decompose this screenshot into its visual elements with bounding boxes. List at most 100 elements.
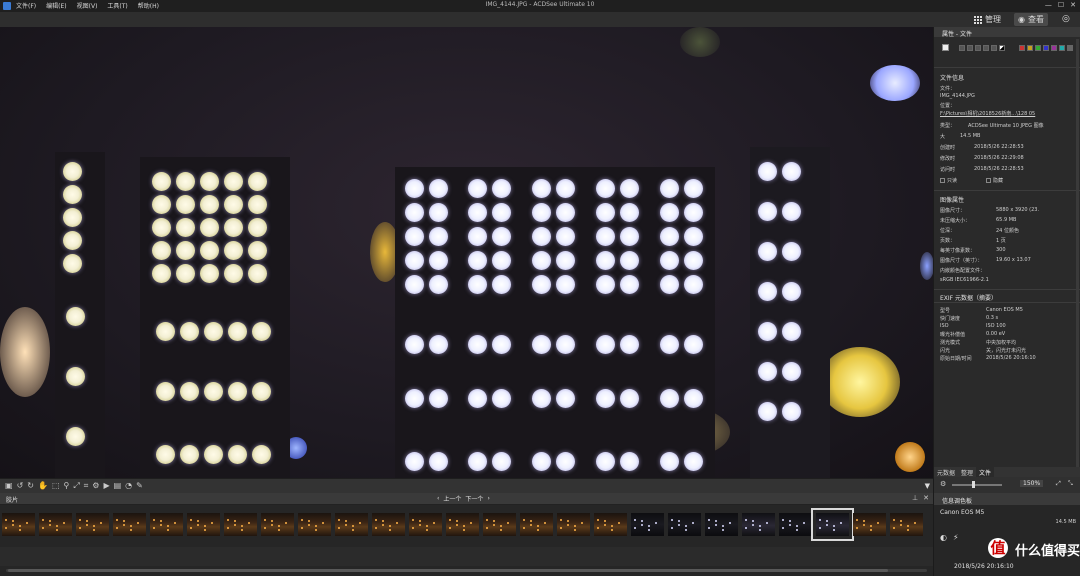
size-value: 14.5 MB <box>960 133 981 139</box>
photo-viewer[interactable] <box>0 27 933 478</box>
hand-icon[interactable]: ✋ <box>38 481 48 491</box>
chevron-right-icon[interactable]: › <box>487 495 489 502</box>
thumbnail[interactable] <box>890 513 923 536</box>
hidden-checkbox[interactable] <box>986 178 991 183</box>
thumbnail[interactable] <box>631 513 664 536</box>
thumbnail[interactable] <box>335 513 368 536</box>
color-icon[interactable]: ◔ <box>125 481 132 491</box>
zoom-icon[interactable]: ⚲ <box>64 481 70 491</box>
thumbnail[interactable] <box>705 513 738 536</box>
rating-5[interactable] <box>991 44 997 51</box>
pin-icon[interactable]: ⊥ <box>912 494 918 502</box>
thumbnail[interactable] <box>2 513 35 536</box>
zoom-value[interactable]: 150% <box>1020 480 1044 487</box>
readonly-checkbox[interactable] <box>940 178 945 183</box>
location-link[interactable]: F:\Pictures\相机\2018526新南...\128 05 <box>940 110 1035 117</box>
thumbnail[interactable] <box>594 513 627 536</box>
rotate-left-icon[interactable]: ↺ <box>17 481 24 491</box>
close-icon[interactable]: ✕ <box>1070 1 1076 9</box>
slideshow-icon[interactable]: ▤ <box>114 481 122 491</box>
watermark: 什么值得买 <box>1015 544 1080 559</box>
eye-icon: ◉ <box>1018 15 1025 24</box>
thumbnail[interactable] <box>39 513 72 536</box>
panel-scrollbar[interactable] <box>1076 39 1079 479</box>
label-green[interactable] <box>1035 44 1041 51</box>
label-red[interactable] <box>1019 44 1025 51</box>
label-teal[interactable] <box>1059 44 1065 51</box>
minimize-icon[interactable]: — <box>1045 1 1052 9</box>
filmstrip <box>0 505 933 547</box>
develop-mode-icon[interactable]: ◎ <box>1062 14 1070 24</box>
exif-header: EXIF 元数据（摘要） <box>940 295 998 302</box>
thumbnail[interactable] <box>113 513 146 536</box>
thumbnail[interactable] <box>853 513 886 536</box>
thumbnail[interactable] <box>483 513 516 536</box>
rating-4[interactable] <box>983 44 989 51</box>
maximize-icon[interactable]: ☐ <box>1058 1 1064 9</box>
thumbnail[interactable] <box>76 513 109 536</box>
bokeh-light <box>680 27 720 57</box>
rotate-right-icon[interactable]: ↻ <box>27 481 34 491</box>
thumbnail-selected[interactable] <box>811 508 854 541</box>
play-icon[interactable]: ▶ <box>103 481 109 491</box>
window-light <box>180 445 199 464</box>
collapse-down-icon[interactable]: ▼ <box>925 482 930 490</box>
window-light <box>660 179 679 198</box>
expand-icon[interactable]: ⤡ <box>1068 480 1073 488</box>
window-light <box>532 179 551 198</box>
type-value: ACDSee Ultimate 10 JPEG 图像 <box>968 123 1044 129</box>
thumbnail[interactable] <box>557 513 590 536</box>
window-light <box>684 275 703 294</box>
manage-mode-button[interactable]: 管理 <box>970 13 1005 26</box>
gear-icon[interactable]: ⚙ <box>940 480 946 488</box>
thumbnail[interactable] <box>409 513 442 536</box>
tab-metadata[interactable]: 元数据 <box>934 467 958 477</box>
label-gray[interactable] <box>1067 44 1073 51</box>
label-purple[interactable] <box>1051 44 1057 51</box>
save-icon[interactable]: ▣ <box>5 481 13 491</box>
window-light <box>684 251 703 270</box>
rating-1[interactable] <box>959 44 965 51</box>
thumbnail[interactable] <box>779 513 812 536</box>
rating-3[interactable] <box>975 44 981 51</box>
edit-icon[interactable]: ✎ <box>136 481 143 491</box>
window-light <box>556 389 575 408</box>
scrollbar-thumb[interactable] <box>8 569 888 572</box>
label-yellow[interactable] <box>1027 44 1033 51</box>
zoom-slider[interactable] <box>952 484 1002 486</box>
select-icon[interactable]: ⬚ <box>52 481 60 491</box>
thumbnail[interactable] <box>742 513 775 536</box>
prev-button[interactable]: 上一个 <box>443 494 461 503</box>
window-light <box>660 452 679 471</box>
thumbnail[interactable] <box>298 513 331 536</box>
thumbnail[interactable] <box>224 513 257 536</box>
info-palette-title: 信息调色板 <box>942 498 973 505</box>
bitdepth-label: 位深： <box>940 228 956 234</box>
close-icon[interactable]: ✕ <box>923 494 929 502</box>
tag-checkbox[interactable] <box>942 44 949 51</box>
thumbnail[interactable] <box>261 513 294 536</box>
fit-icon[interactable]: ⤢ <box>1056 480 1061 488</box>
rating-2[interactable] <box>967 44 973 51</box>
tab-file[interactable]: 文件 <box>976 467 995 477</box>
thumbnail[interactable] <box>187 513 220 536</box>
settings-icon[interactable]: ⚙ <box>92 481 99 491</box>
filmstrip-scrollbar[interactable] <box>0 566 933 576</box>
tab-organize[interactable]: 整理 <box>958 467 976 477</box>
zoom-slider-knob[interactable] <box>972 481 975 488</box>
thumbnail[interactable] <box>446 513 479 536</box>
window-light <box>782 362 801 381</box>
next-button[interactable]: 下一个 <box>465 494 483 503</box>
fit-icon[interactable]: ⤢ <box>73 481 79 491</box>
window-light <box>204 322 223 341</box>
thumbnail[interactable] <box>520 513 553 536</box>
thumbnail[interactable] <box>668 513 701 536</box>
thumbnail[interactable] <box>372 513 405 536</box>
label-blue[interactable] <box>1043 44 1049 51</box>
crop-icon[interactable]: ⌗ <box>84 481 89 491</box>
clear-rating[interactable] <box>999 44 1005 51</box>
view-mode-button[interactable]: ◉ 查看 <box>1014 13 1048 26</box>
chevron-left-icon[interactable]: ‹ <box>437 495 439 502</box>
thumbnail[interactable] <box>150 513 183 536</box>
exif-row: 闪光 关，闪光灯未闪光 <box>940 347 1026 354</box>
